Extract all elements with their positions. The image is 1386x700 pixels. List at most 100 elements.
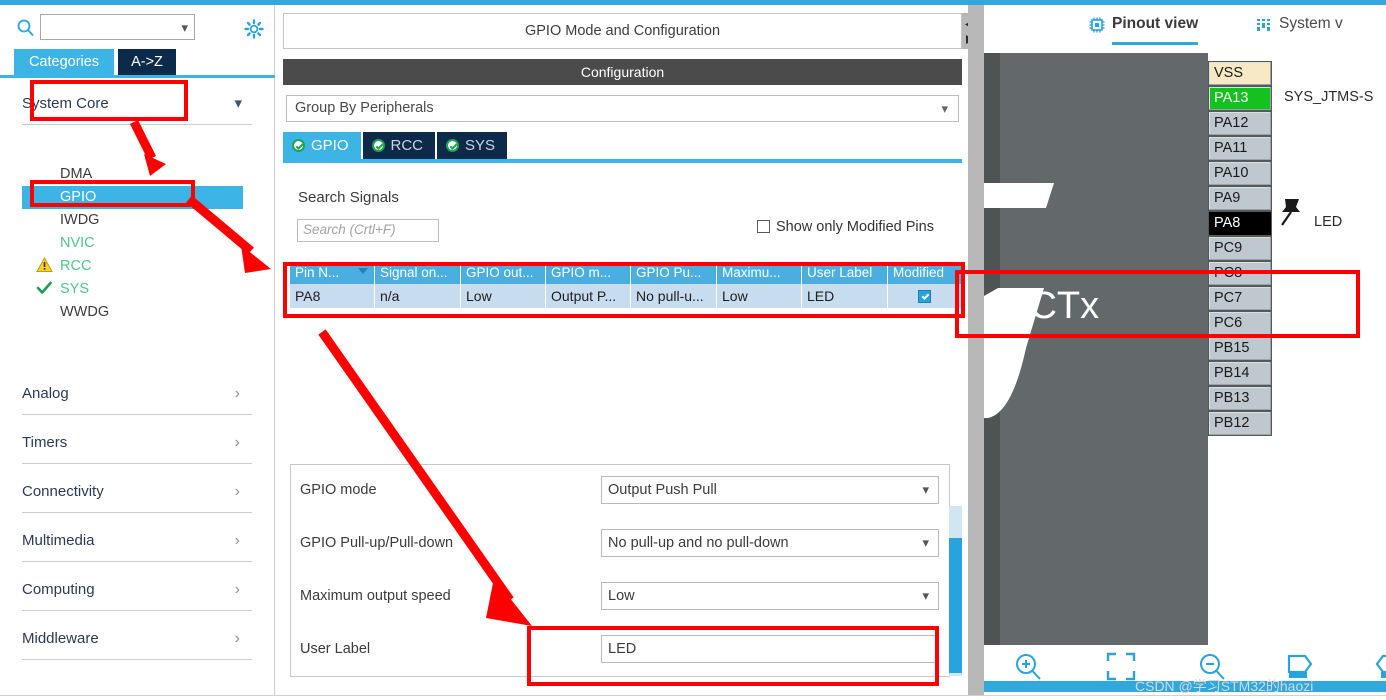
- category-label: Connectivity: [22, 483, 104, 500]
- pin-pc9[interactable]: PC9: [1208, 236, 1272, 261]
- field-value: No pull-up and no pull-down: [608, 535, 789, 551]
- category-timers[interactable]: Timers ›: [22, 422, 252, 464]
- chevron-down-icon: ▾: [922, 588, 929, 603]
- pin-signal-pa8: LED: [1314, 214, 1343, 230]
- column-header-gpio-pull[interactable]: GPIO Pu...: [631, 262, 717, 284]
- pinout-canvas[interactable]: RCTx VSS PA13 PA12 PA11 PA10 PA9 PA8 PC9…: [984, 53, 1386, 645]
- column-header-maximum-speed[interactable]: Maximu...: [717, 262, 802, 284]
- column-header-signal-on-pin[interactable]: Signal on...: [375, 262, 461, 284]
- sidebar-tabs-underline: [0, 75, 275, 78]
- category-computing[interactable]: Computing ›: [22, 569, 252, 611]
- pin-pa10[interactable]: PA10: [1208, 161, 1272, 186]
- pin-pb13[interactable]: PB13: [1208, 386, 1272, 411]
- group-by-select[interactable]: Group By Peripherals ▾: [286, 95, 959, 122]
- chevron-down-icon: ▾: [922, 535, 929, 550]
- chevron-down-icon: ▾: [234, 95, 242, 112]
- annotation-arrow-system-core-to-gpio: [129, 119, 166, 176]
- column-header-user-label[interactable]: User Label: [802, 262, 888, 284]
- tab-rcc[interactable]: RCC: [362, 132, 436, 159]
- tab-a-to-z[interactable]: A->Z: [118, 49, 176, 75]
- pin-pb12[interactable]: PB12: [1208, 411, 1272, 436]
- peripheral-tabs-underline: [283, 159, 962, 163]
- maximum-output-speed-select[interactable]: Low ▾: [601, 582, 939, 610]
- configuration-scrollbar-thumb[interactable]: [949, 538, 962, 673]
- category-middleware[interactable]: Middleware ›: [22, 618, 252, 660]
- tab-sys[interactable]: SYS: [437, 132, 508, 159]
- tab-gpio[interactable]: GPIO: [283, 132, 361, 159]
- checkbox-label: Show only Modified Pins: [776, 219, 934, 235]
- search-signals-placeholder: Search (Crtl+F): [303, 222, 396, 237]
- checkbox-checked-icon[interactable]: [918, 290, 931, 303]
- chip-icon: [1089, 17, 1105, 33]
- search-input[interactable]: ▾: [40, 14, 195, 40]
- pin-pc8[interactable]: PC8: [1208, 261, 1272, 286]
- page-title: GPIO Mode and Configuration: [283, 13, 962, 49]
- system-view-icon: [1256, 17, 1272, 33]
- chevron-down-icon: ▾: [181, 20, 188, 35]
- chevron-down-icon: ▾: [922, 482, 929, 497]
- gpio-pull-select[interactable]: No pull-up and no pull-down ▾: [601, 529, 939, 557]
- status-ok-icon: [371, 139, 385, 152]
- table-header-row: Pin N... Signal on... GPIO out... GPIO m…: [290, 262, 962, 284]
- cell-modified[interactable]: [888, 284, 962, 308]
- gear-icon[interactable]: [243, 18, 265, 40]
- search-icon: [16, 18, 36, 38]
- user-label-input[interactable]: LED: [601, 635, 939, 663]
- pin-pc6[interactable]: PC6: [1208, 311, 1272, 336]
- sidebar-tabs: Categories A->Z: [0, 49, 275, 75]
- field-value: Low: [608, 588, 635, 604]
- category-label: Computing: [22, 581, 95, 598]
- pin-pb15[interactable]: PB15: [1208, 336, 1272, 361]
- chip-package-body[interactable]: RCTx: [984, 53, 1208, 645]
- column-header-modified[interactable]: Modified: [888, 262, 962, 284]
- pin-pa9[interactable]: PA9: [1208, 186, 1272, 211]
- column-header-gpio-output-level[interactable]: GPIO out...: [461, 262, 546, 284]
- table-row[interactable]: PA8 n/a Low Output P... No pull-u... Low…: [290, 284, 962, 308]
- tab-system-view[interactable]: System v: [1279, 15, 1343, 33]
- sidebar-search-row: ▾: [0, 10, 275, 46]
- panel-splitter[interactable]: [968, 5, 984, 695]
- search-signals-input[interactable]: Search (Crtl+F): [297, 219, 439, 242]
- tab-categories[interactable]: Categories: [14, 49, 114, 75]
- sidebar-item-label: WWDG: [60, 304, 110, 320]
- pin-pa11[interactable]: PA11: [1208, 136, 1272, 161]
- peripheral-tab-bar: GPIO RCC SYS: [283, 132, 509, 159]
- chevron-right-icon: ›: [234, 483, 240, 500]
- category-multimedia[interactable]: Multimedia ›: [22, 520, 252, 562]
- gpio-mode-select[interactable]: Output Push Pull ▾: [601, 476, 939, 504]
- signals-table: Pin N... Signal on... GPIO out... GPIO m…: [290, 262, 962, 308]
- category-label: Multimedia: [22, 532, 95, 549]
- pin-pa12[interactable]: PA12: [1208, 111, 1272, 136]
- category-analog[interactable]: Analog ›: [22, 373, 252, 415]
- pin-pa8[interactable]: PA8: [1208, 211, 1272, 236]
- pinout-panel: Pinout view System v RCTx VSS PA13 PA12 …: [968, 5, 1386, 695]
- sidebar-item-wwdg[interactable]: WWDG: [22, 301, 242, 324]
- status-ok-icon: [292, 139, 305, 152]
- pin-pa13[interactable]: PA13: [1208, 86, 1272, 111]
- chip-part-label: RCTx: [1002, 285, 1100, 327]
- pin-pc7[interactable]: PC7: [1208, 286, 1272, 311]
- tab-label: Pinout view: [1112, 15, 1199, 32]
- tab-pinout-view[interactable]: Pinout view: [1112, 15, 1199, 45]
- show-only-modified-pins-checkbox[interactable]: Show only Modified Pins: [757, 218, 934, 235]
- rotate-left-icon[interactable]: [1371, 650, 1386, 684]
- field-value: Output Push Pull: [608, 482, 717, 498]
- group-by-value: Group By Peripherals: [295, 100, 434, 116]
- zoom-in-icon[interactable]: [1011, 650, 1045, 684]
- cell-signal-on-pin: n/a: [375, 284, 461, 308]
- chevron-right-icon: ›: [234, 385, 240, 402]
- column-header-gpio-mode[interactable]: GPIO m...: [546, 262, 631, 284]
- category-connectivity[interactable]: Connectivity ›: [22, 471, 252, 513]
- column-header-pin-name[interactable]: Pin N...: [290, 262, 375, 284]
- annotation-arrow-table-to-user-label: [318, 329, 532, 626]
- cell-maximum-speed: Low: [717, 284, 802, 308]
- pin-vss[interactable]: VSS: [1208, 61, 1272, 86]
- fit-to-screen-icon[interactable]: [1104, 650, 1138, 684]
- form-row-user-label: User Label LED: [291, 634, 951, 664]
- view-tab-bar: Pinout view System v: [984, 5, 1386, 53]
- field-label: User Label: [300, 641, 371, 657]
- status-ok-icon: [446, 139, 460, 152]
- cell-gpio-output-level: Low: [461, 284, 546, 308]
- pin-pb14[interactable]: PB14: [1208, 361, 1272, 386]
- chevron-right-icon: ›: [234, 434, 240, 451]
